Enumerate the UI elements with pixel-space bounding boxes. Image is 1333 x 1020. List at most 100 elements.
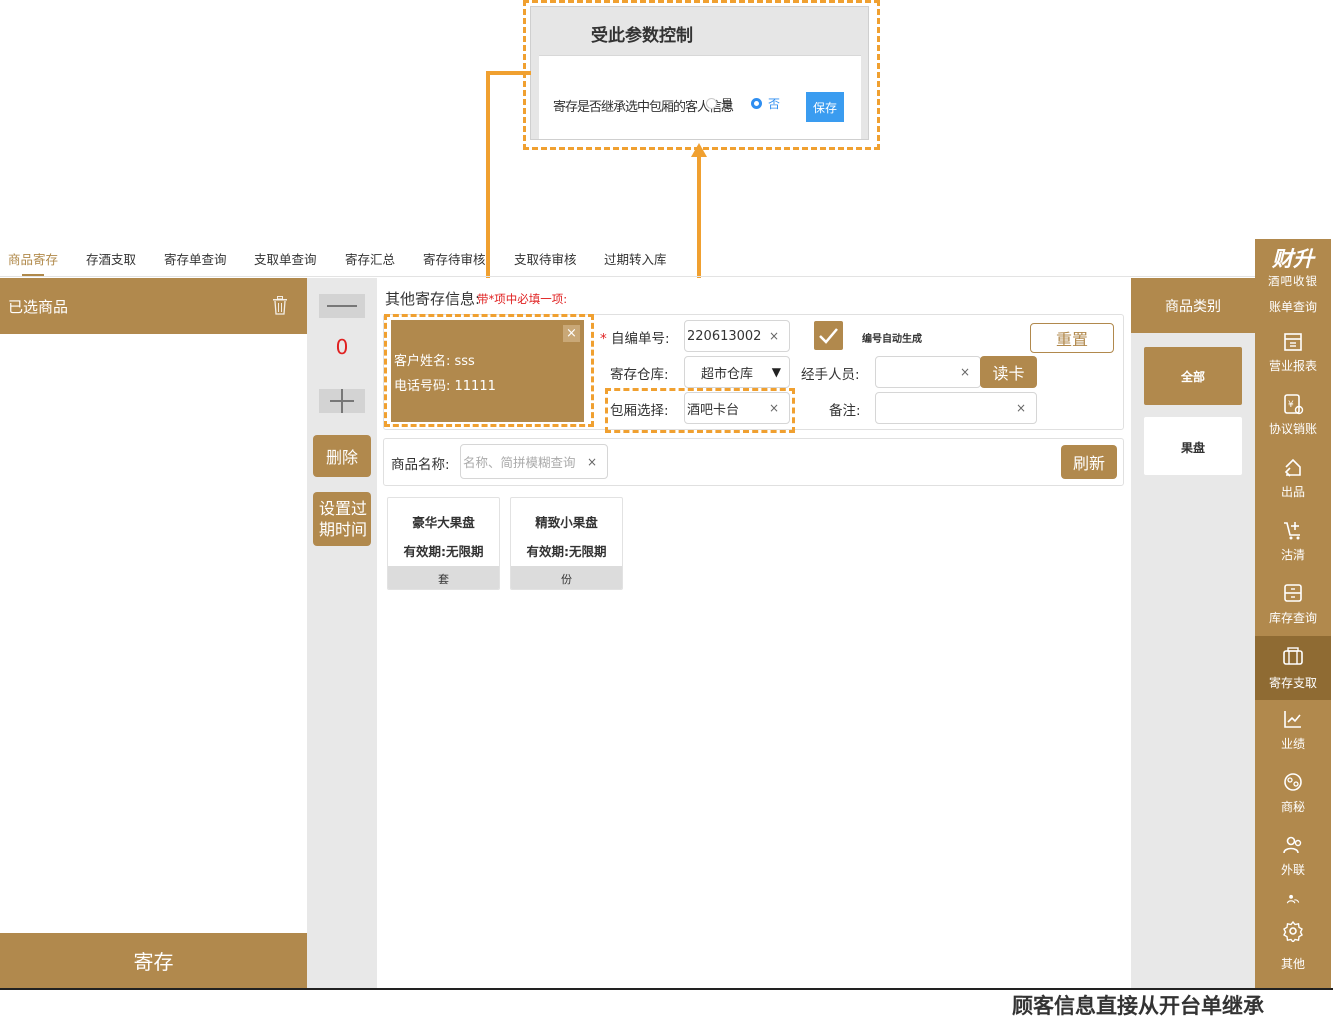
clear-icon[interactable]: × — [769, 401, 779, 415]
reset-button[interactable]: 重置 — [1030, 323, 1114, 353]
selected-goods-panel: 已选商品 寄存 — [0, 278, 307, 988]
arrow-head-up — [691, 143, 707, 157]
check-icon — [819, 328, 838, 344]
serial-label: * 自编单号: — [600, 327, 670, 347]
product-unit: 套 — [388, 566, 499, 589]
category-column: 商品类别 全部 果盘 — [1131, 278, 1255, 988]
sidebar-item-label: 业绩 — [1280, 737, 1305, 751]
set-expire-time-button[interactable]: 设置过期时间 — [313, 492, 371, 546]
sidebar-item-label: 沽清 — [1280, 548, 1305, 562]
room-value: 酒吧卡台 — [687, 402, 740, 418]
product-name: 豪华大果盘 — [412, 515, 475, 530]
note-label: 备注: — [829, 403, 861, 419]
agreement-icon: ¥ — [1284, 394, 1304, 415]
product-search-input[interactable]: 名称、简拼模糊查询 × — [460, 444, 608, 479]
sidebar-item-report[interactable]: 营业报表 — [1255, 324, 1331, 386]
quantity-column: 0 删除 设置过期时间 — [307, 278, 377, 988]
sidebar-item-storage[interactable]: 寄存支取 — [1255, 636, 1331, 700]
report-icon — [1284, 333, 1302, 351]
people-icon — [1286, 894, 1300, 904]
product-unit: 份 — [511, 566, 622, 589]
sidebar-item-secretary[interactable]: 商秘 — [1255, 765, 1331, 827]
arrow-line — [486, 71, 490, 303]
sidebar-item-bill-query[interactable]: 账单查询 — [1255, 274, 1331, 314]
brand-logo: 财升 — [1272, 246, 1314, 271]
sidebar-item-label: 其他 — [1280, 957, 1305, 971]
storage-icon — [1283, 647, 1303, 665]
product-card[interactable]: 豪华大果盘 有效期:无限期 套 — [387, 497, 500, 590]
category-header: 商品类别 — [1131, 278, 1255, 333]
store-button[interactable]: 寄存 — [0, 933, 307, 988]
auto-generate-checkbox[interactable] — [814, 321, 843, 350]
handler-input[interactable]: × — [875, 356, 981, 388]
increase-button[interactable] — [319, 389, 365, 413]
category-all[interactable]: 全部 — [1144, 347, 1242, 405]
product-name-label: 商品名称: — [391, 457, 450, 473]
delete-button[interactable]: 删除 — [313, 435, 371, 477]
sidebar-item-label: 出品 — [1280, 485, 1305, 499]
sidebar-item-contacts[interactable]: 外联 — [1255, 828, 1331, 890]
read-card-button[interactable]: 读卡 — [980, 356, 1037, 388]
room-label: 包厢选择: — [610, 403, 669, 419]
product-name: 精致小果盘 — [535, 515, 598, 530]
right-sidebar: 财升 酒吧收银 账单查询 营业报表 ¥ 协议销账 出品 沽清 库存查询 寄存支取… — [1255, 239, 1331, 988]
popup-title: 受此参数控制 — [591, 26, 693, 46]
sidebar-item-other[interactable]: 其他 — [1255, 916, 1331, 978]
sidebar-item-label: 协议销账 — [1268, 422, 1317, 436]
room-input[interactable]: 酒吧卡台 × — [684, 392, 790, 424]
tab-withdraw-pending[interactable]: 支取待审核 — [514, 249, 577, 268]
other-info-title: 其他寄存信息: — [385, 290, 481, 308]
clear-icon[interactable]: × — [587, 455, 597, 469]
clear-icon[interactable]: × — [960, 365, 970, 379]
plus-icon — [330, 389, 354, 413]
sidebar-item-soldout[interactable]: 沽清 — [1255, 513, 1331, 575]
tab-storage-pending[interactable]: 寄存待审核 — [423, 249, 486, 268]
sidebar-item-performance[interactable]: 业绩 — [1255, 702, 1331, 764]
serial-input[interactable]: 220613002 × — [684, 320, 790, 352]
sidebar-item-inventory[interactable]: 库存查询 — [1255, 576, 1331, 638]
tab-storage-summary[interactable]: 寄存汇总 — [345, 249, 395, 268]
popup-body: 寄存是否继承选中包厢的客人信息 是 否 保存 — [539, 55, 861, 139]
sidebar-item-label: 营业报表 — [1268, 359, 1317, 373]
gear-icon — [1283, 920, 1303, 942]
customer-phone: 电话号码: 11111 — [394, 379, 496, 394]
radio-no-label: 否 — [768, 97, 781, 111]
warehouse-select[interactable]: 超市仓库 ▼ — [684, 356, 790, 388]
tab-goods-storage[interactable]: 商品寄存 — [8, 249, 58, 268]
required-hint: 带*项中必填一项: — [477, 292, 568, 306]
quantity-value: 0 — [335, 335, 349, 359]
secretary-icon — [1284, 773, 1302, 791]
search-placeholder: 名称、简拼模糊查询 — [463, 455, 576, 470]
product-card[interactable]: 精致小果盘 有效期:无限期 份 — [510, 497, 623, 590]
popup-save-button[interactable]: 保存 — [806, 92, 844, 122]
annotation-caption: 顾客信息直接从开台单继承 — [1012, 994, 1264, 1018]
svg-text:¥: ¥ — [1288, 400, 1294, 410]
handler-label: 经手人员: — [801, 367, 860, 383]
decrease-button[interactable] — [319, 294, 365, 318]
note-input[interactable]: × — [875, 392, 1037, 424]
customer-info-card: × 客户姓名: sss 电话号码: 11111 — [391, 320, 584, 422]
sidebar-item-output[interactable]: 出品 — [1255, 450, 1331, 512]
tab-withdraw-query[interactable]: 支取单查询 — [254, 249, 317, 268]
trash-icon[interactable] — [272, 296, 288, 315]
serial-value: 220613002 — [687, 328, 762, 344]
sidebar-item-label: 外联 — [1280, 863, 1305, 877]
contacts-icon — [1283, 836, 1302, 854]
radio-yes[interactable] — [706, 98, 717, 109]
sidebar-item-label: 商秘 — [1280, 800, 1305, 814]
category-fruit-platter[interactable]: 果盘 — [1144, 417, 1242, 475]
dropdown-icon: ▼ — [771, 365, 781, 379]
auto-generate-label: 编号自动生成 — [862, 334, 922, 345]
radio-yes-label: 是 — [721, 97, 734, 111]
tab-storage-query[interactable]: 寄存单查询 — [164, 249, 227, 268]
tabs-divider — [0, 276, 1255, 277]
clear-icon[interactable]: × — [769, 329, 779, 343]
warehouse-label: 寄存仓库: — [610, 367, 669, 383]
sidebar-item-agreement[interactable]: ¥ 协议销账 — [1255, 387, 1331, 449]
tab-expired-to-stock[interactable]: 过期转入库 — [604, 249, 667, 268]
close-icon[interactable]: × — [563, 325, 580, 342]
clear-icon[interactable]: × — [1016, 401, 1026, 415]
tab-wine-withdraw[interactable]: 存酒支取 — [86, 249, 136, 268]
refresh-button[interactable]: 刷新 — [1061, 445, 1117, 479]
radio-no[interactable] — [751, 98, 762, 109]
